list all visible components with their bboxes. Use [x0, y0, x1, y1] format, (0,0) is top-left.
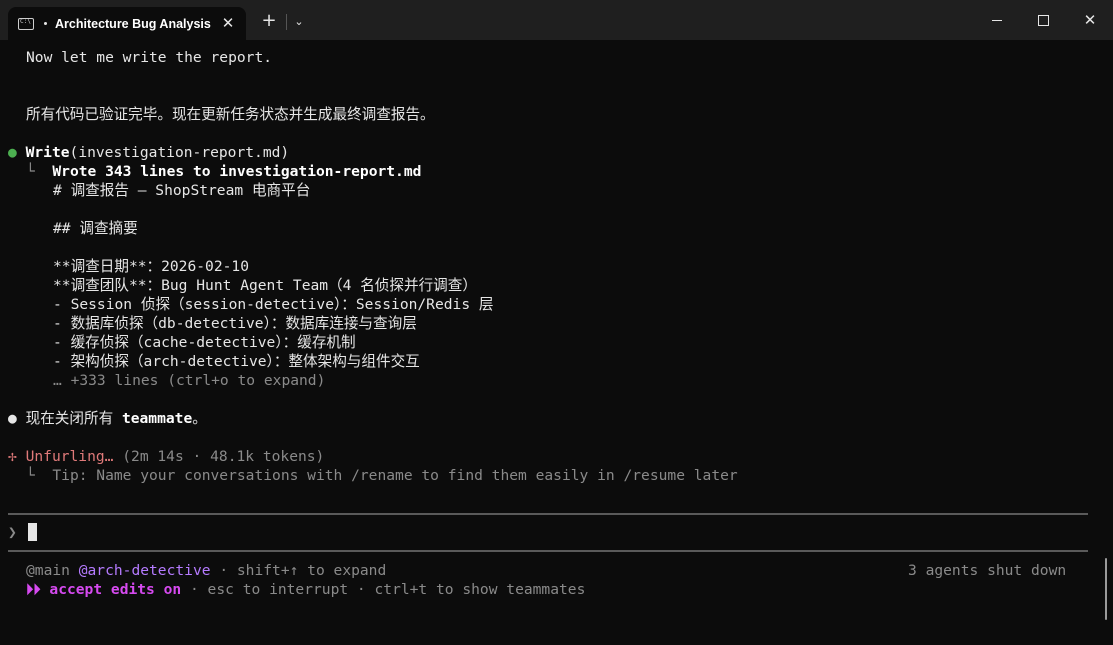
report-line: ## 调查摘要 — [53, 220, 138, 237]
prompt-input[interactable]: ❯ — [8, 523, 37, 542]
success-bullet-icon: ● — [8, 144, 17, 161]
wrote-count: 343 — [105, 163, 132, 180]
tip-line: └ Tip: Name your conversations with /ren… — [26, 466, 738, 485]
status-word: Unfurling… — [25, 448, 114, 465]
tab-title: Architecture Bug Analysis — [55, 16, 211, 31]
shutdown-suffix: 。 — [192, 410, 207, 427]
tab-activity-dot — [44, 22, 47, 25]
minimize-button[interactable] — [974, 0, 1020, 40]
message-bullet-icon: ● — [8, 410, 17, 427]
maximize-icon — [1037, 15, 1049, 26]
wrote-mid: lines to — [131, 163, 220, 180]
tool-call-line: ● Write(investigation-report.md) — [8, 143, 289, 162]
report-line: **调查日期**：2026-02-10 — [53, 258, 249, 275]
tool-result-line: └ Wrote 343 lines to investigation-repor… — [26, 162, 421, 181]
report-line: # 调查报告 – ShopStream 电商平台 — [53, 182, 311, 199]
main-agent-tag[interactable]: @main — [26, 562, 70, 579]
assistant-message: ● 现在关闭所有 teammate。 — [8, 409, 207, 428]
title-bar: Architecture Bug Analysis ✕ + ⌄ ✕ — [0, 0, 1113, 40]
shutdown-prefix: 现在关闭所有 — [25, 410, 122, 427]
report-line: - 数据库侦探（db-detective）：数据库连接与查询层 — [53, 315, 417, 332]
prompt-chevron-icon: ❯ — [8, 524, 17, 541]
status-line: ✢ Unfurling… (2m 14s · 48.1k tokens) — [8, 447, 324, 466]
text-cursor — [27, 523, 37, 541]
mode-hints: · esc to interrupt · ctrl+t to show team… — [181, 581, 586, 598]
tool-name: Write — [25, 144, 70, 161]
status-detail: (2m 14s · 48.1k tokens) — [113, 448, 325, 465]
scrollbar[interactable] — [1105, 558, 1107, 620]
wrote-prefix: Wrote — [52, 163, 106, 180]
assistant-message: Now let me write the report. — [26, 49, 273, 66]
wrote-file: investigation-report.md — [219, 163, 422, 180]
footer-agents-line: @main @arch-detective · shift+↑ to expan… — [26, 561, 386, 580]
agents-status: 3 agents shut down — [908, 562, 1067, 579]
expand-more-lines[interactable]: … +333 lines (ctrl+o to expand) — [53, 371, 325, 390]
tree-branch-icon: └ — [26, 163, 35, 180]
close-tab-icon[interactable]: ✕ — [218, 13, 238, 33]
maximize-button[interactable] — [1020, 0, 1066, 40]
new-tab-button[interactable]: + — [258, 10, 280, 32]
prompt-top-divider — [8, 513, 1088, 515]
terminal-tab[interactable]: Architecture Bug Analysis ✕ — [8, 7, 246, 40]
expand-hint: · shift+↑ to expand — [210, 562, 387, 579]
accept-edits-icon: ⏵⏵ — [26, 581, 41, 598]
tool-args: (investigation-report.md) — [69, 144, 290, 161]
report-line: - Session 侦探（session-detective）：Session/… — [53, 296, 494, 313]
assistant-message: 所有代码已验证完毕。现在更新任务状态并生成最终调查报告。 — [26, 106, 435, 123]
report-line: - 缓存侦探（cache-detective）：缓存机制 — [53, 334, 356, 351]
report-line: **调查团队**：Bug Hunt Agent Team（4 名侦探并行调查） — [53, 277, 477, 294]
close-window-button[interactable]: ✕ — [1067, 0, 1113, 40]
footer-mode-line: ⏵⏵ accept edits on · esc to interrupt · … — [26, 580, 585, 599]
accept-edits-mode[interactable]: accept edits on — [49, 581, 181, 598]
shutdown-bold: teammate — [121, 410, 193, 427]
minimize-icon — [992, 20, 1002, 21]
spinner-icon: ✢ — [8, 448, 17, 465]
tip-text: Tip: Name your conversations with /renam… — [52, 467, 738, 484]
tab-separator — [286, 14, 287, 30]
prompt-bottom-divider — [8, 550, 1088, 552]
tree-branch-icon: └ — [26, 467, 35, 484]
terminal-icon — [18, 17, 34, 30]
chevron-down-icon[interactable]: ⌄ — [290, 10, 308, 32]
report-line: - 架构侦探（arch-detective）：整体架构与组件交互 — [53, 353, 420, 370]
active-agent-tag[interactable]: @arch-detective — [79, 562, 211, 579]
